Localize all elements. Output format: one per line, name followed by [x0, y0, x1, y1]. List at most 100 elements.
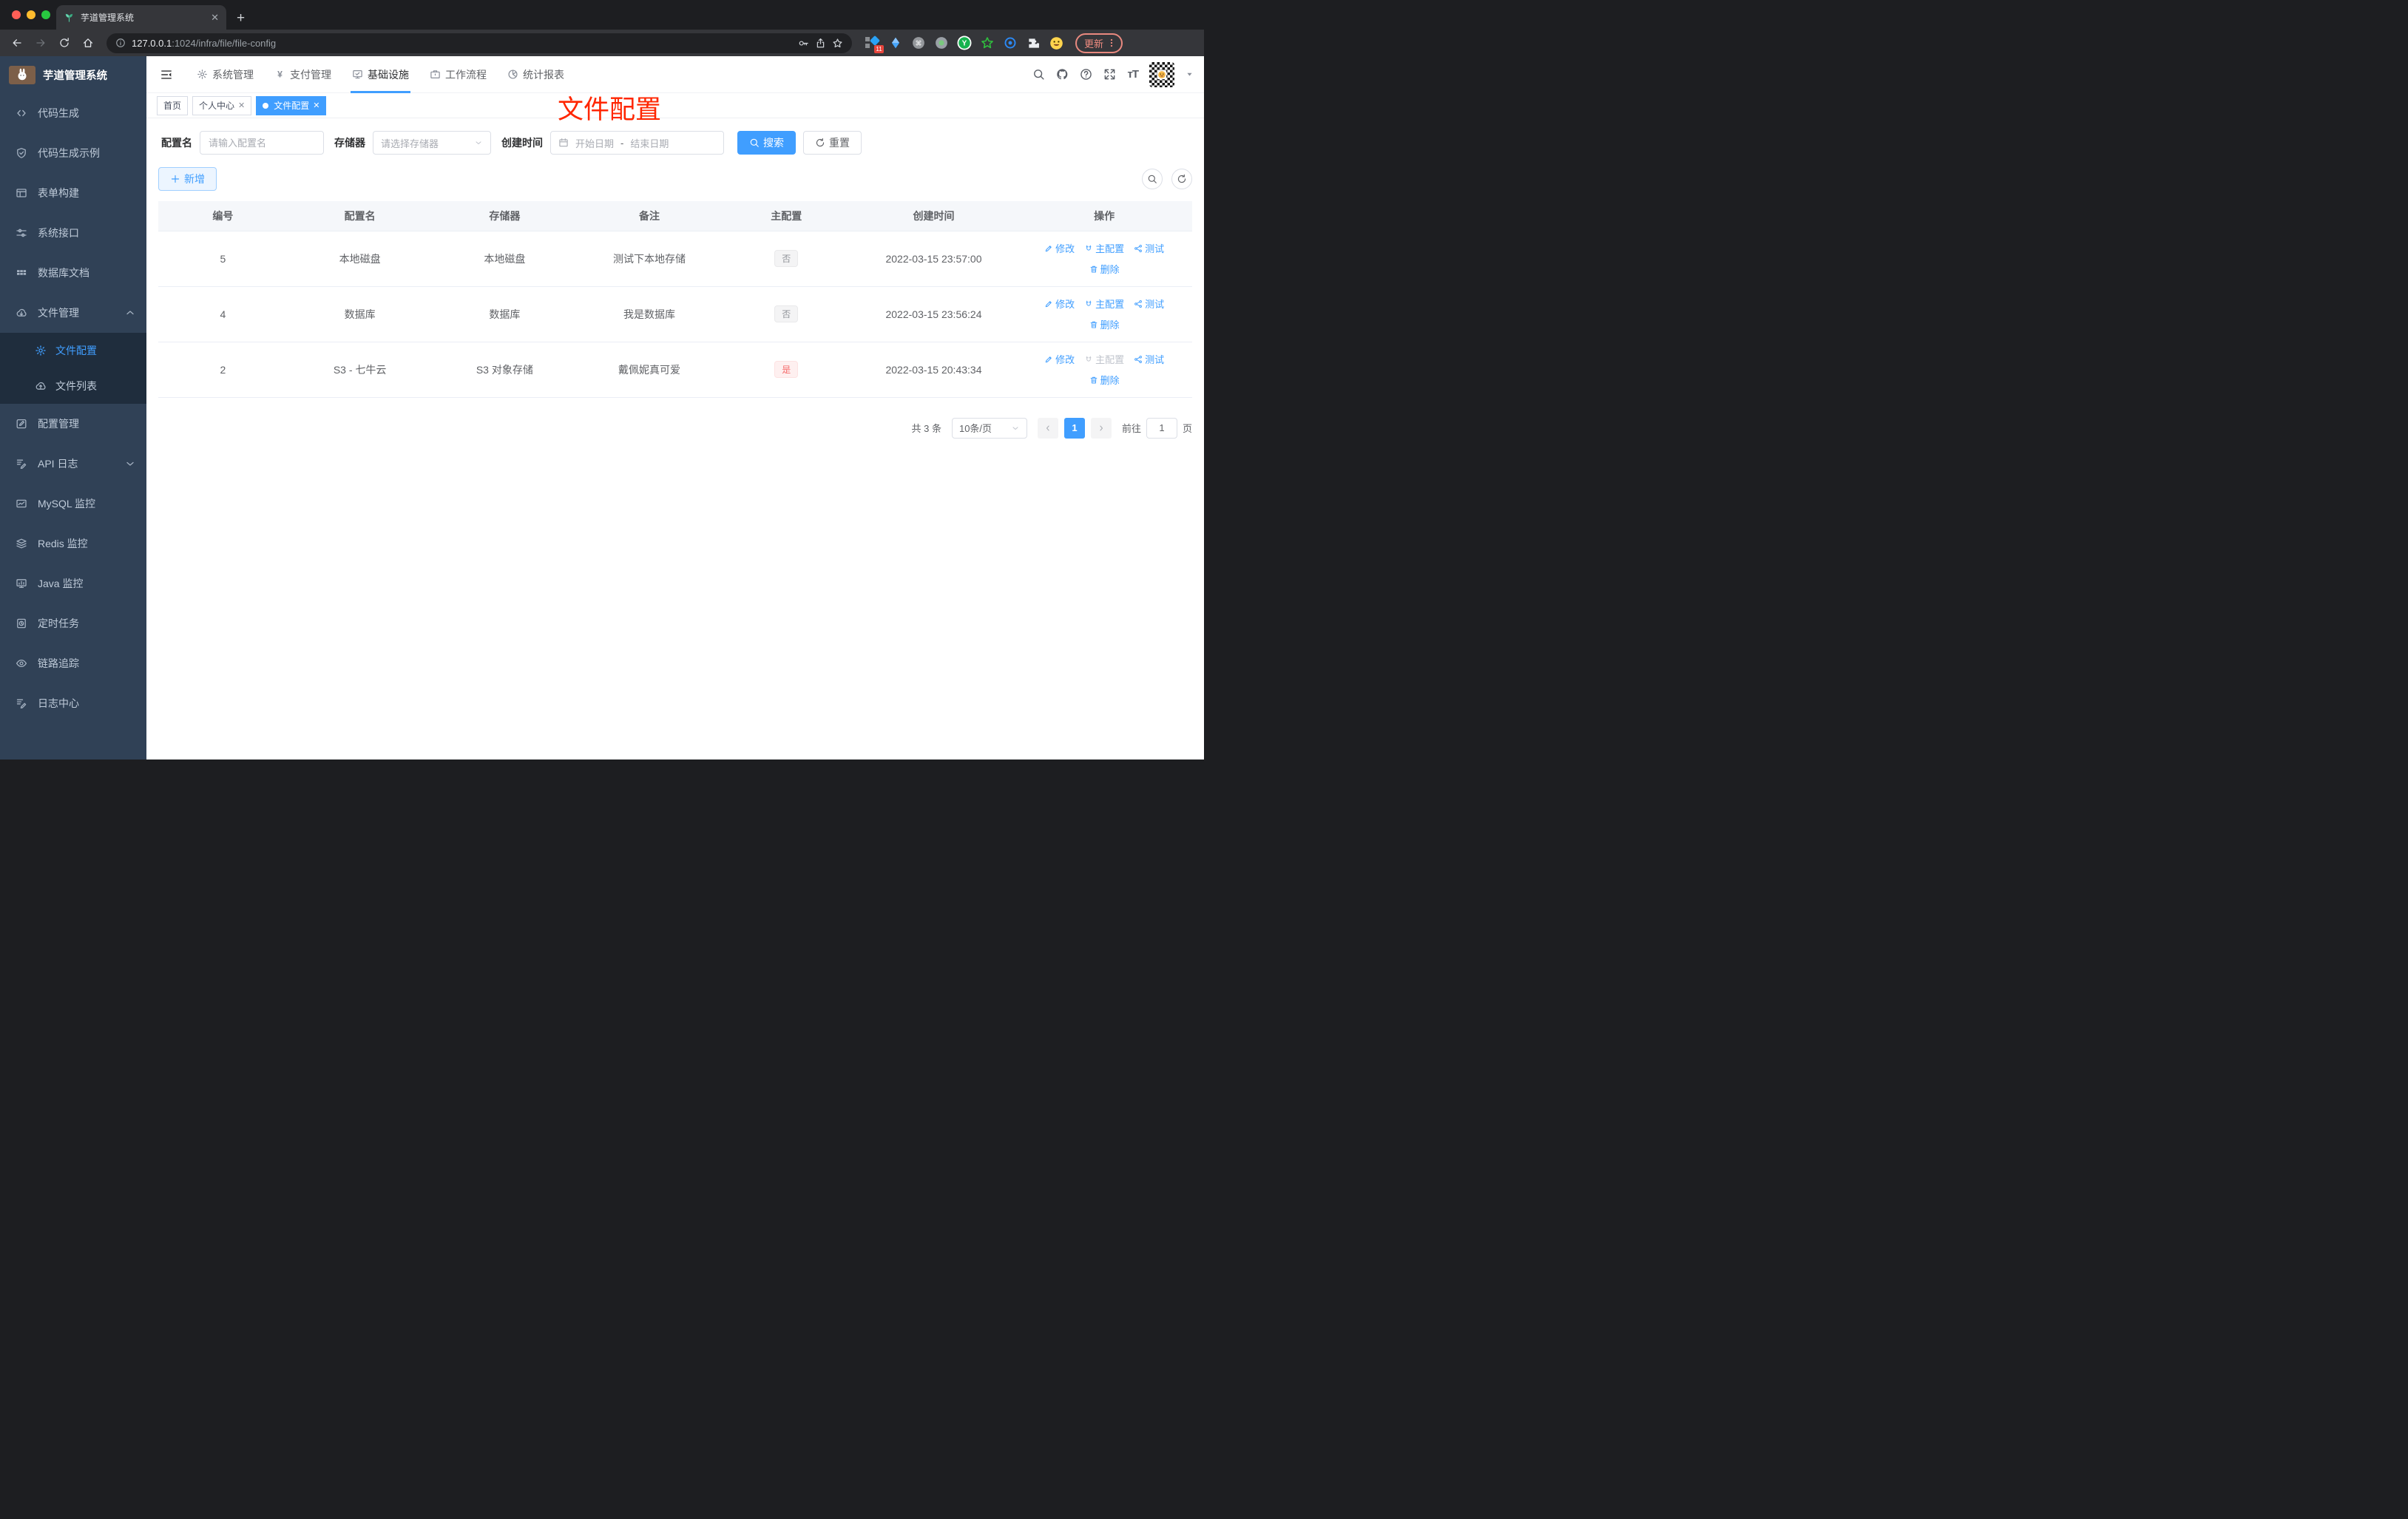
sidebar-item-api-log[interactable]: API 日志: [0, 444, 146, 484]
storage-select[interactable]: 请选择存储器: [373, 131, 491, 155]
new-tab-button[interactable]: +: [237, 11, 245, 25]
app-logo-row[interactable]: 芋道管理系统: [0, 56, 146, 93]
nav-item-payment[interactable]: ¥ 支付管理: [264, 56, 342, 92]
sidebar-item-cron-job[interactable]: 定时任务: [0, 603, 146, 643]
sidebar-item-java-monitor[interactable]: Java 监控: [0, 564, 146, 603]
pagination: 共 3 条 10条/页 1 前往 页: [158, 417, 1192, 439]
nav-item-system[interactable]: 系统管理: [186, 56, 264, 92]
extension-kite-icon[interactable]: [888, 35, 903, 50]
delete-action[interactable]: 删除: [1089, 262, 1120, 276]
range-separator: -: [620, 137, 624, 149]
edit-action[interactable]: 修改: [1044, 241, 1075, 255]
reload-icon[interactable]: [55, 33, 74, 53]
top-nav: 系统管理 ¥ 支付管理 基础设施 工作流程 统计报表: [186, 56, 575, 93]
close-window-button[interactable]: [12, 10, 21, 19]
edit-action[interactable]: 修改: [1044, 352, 1075, 366]
show-search-toggle-button[interactable]: [1142, 169, 1163, 189]
column-header: 配置名: [287, 201, 433, 231]
trash-icon: [1089, 320, 1098, 329]
fullscreen-icon[interactable]: [1103, 68, 1116, 81]
search-icon[interactable]: [1032, 68, 1045, 81]
search-button[interactable]: 搜索: [737, 131, 796, 155]
sidebar-item-file-config[interactable]: 文件配置: [0, 333, 146, 368]
browser-menu-dots-icon[interactable]: [1106, 38, 1117, 48]
delete-action[interactable]: 删除: [1089, 373, 1120, 387]
page-size-select[interactable]: 10条/页: [951, 417, 1027, 439]
tags-view-bar: 首页 个人中心 ✕ 文件配置 ✕: [146, 93, 1204, 118]
cloud-down-icon: [16, 307, 27, 319]
test-action[interactable]: 测试: [1134, 352, 1164, 366]
master-action[interactable]: 主配置: [1084, 297, 1124, 311]
sidebar-item-system-api[interactable]: 系统接口: [0, 213, 146, 253]
cell-storage: S3 对象存储: [432, 342, 578, 398]
sidebar-item-form-builder[interactable]: 表单构建: [0, 173, 146, 213]
goto-label: 前往: [1121, 423, 1141, 434]
goto-page-input[interactable]: [1146, 417, 1177, 439]
submenu-file-manage: 文件配置 文件列表: [0, 333, 146, 404]
prev-page-button[interactable]: [1037, 417, 1058, 439]
sidebar-item-log-center[interactable]: 日志中心: [0, 683, 146, 723]
tag-close-icon[interactable]: ✕: [313, 101, 319, 110]
nav-item-workflow[interactable]: 工作流程: [419, 56, 497, 92]
reset-button[interactable]: 重置: [803, 131, 862, 155]
site-info-icon[interactable]: [115, 38, 126, 48]
current-page-button[interactable]: 1: [1063, 417, 1085, 439]
sidebar-item-mysql-monitor[interactable]: MySQL 监控: [0, 484, 146, 524]
tag-file-config[interactable]: 文件配置 ✕: [256, 95, 327, 115]
next-page-button[interactable]: [1090, 417, 1112, 439]
collapse-sidebar-icon[interactable]: [157, 68, 176, 81]
browser-tab[interactable]: 芋道管理系统 ✕: [56, 5, 226, 30]
address-bar[interactable]: 127.0.0.1:1024/infra/file/file-config: [106, 33, 852, 53]
master-action[interactable]: 主配置: [1084, 352, 1124, 366]
test-action[interactable]: 测试: [1134, 241, 1164, 255]
back-icon[interactable]: [7, 33, 27, 53]
tag-home[interactable]: 首页: [157, 95, 189, 115]
minimize-window-button[interactable]: [27, 10, 35, 19]
sidebar-item-config-manage[interactable]: 配置管理: [0, 404, 146, 444]
home-icon[interactable]: [78, 33, 98, 53]
share-icon[interactable]: [815, 38, 826, 49]
sidebar-item-db-doc[interactable]: 数据库文档: [0, 253, 146, 293]
nav-item-infra[interactable]: 基础设施: [342, 56, 419, 93]
add-button[interactable]: 新增: [158, 167, 217, 191]
sidebar-item-file-manage[interactable]: 文件管理: [0, 293, 146, 333]
tag-profile[interactable]: 个人中心 ✕: [192, 95, 252, 115]
extension-emoji-icon[interactable]: [1049, 35, 1063, 50]
sidebar-item-file-list[interactable]: 文件列表: [0, 368, 146, 404]
cell-storage: 本地磁盘: [432, 231, 578, 287]
delete-action[interactable]: 删除: [1089, 317, 1120, 331]
config-name-input[interactable]: [200, 131, 324, 155]
extensions-puzzle-icon[interactable]: [1026, 35, 1041, 50]
password-key-icon[interactable]: [798, 38, 809, 49]
sidebar-item-code-example[interactable]: 代码生成示例: [0, 133, 146, 173]
font-size-icon[interactable]: тT: [1127, 68, 1138, 81]
avatar-caret-icon[interactable]: [1186, 70, 1194, 78]
extension-tabs-icon[interactable]: 11: [865, 35, 884, 53]
extension-record-icon[interactable]: [934, 35, 949, 50]
sidebar-item-trace[interactable]: 链路追踪: [0, 643, 146, 683]
tag-close-icon[interactable]: ✕: [238, 101, 245, 110]
help-icon[interactable]: [1080, 68, 1092, 81]
share-icon: [1134, 244, 1143, 253]
avatar[interactable]: [1149, 61, 1174, 87]
test-action[interactable]: 测试: [1134, 297, 1164, 311]
tab-close-icon[interactable]: ✕: [211, 12, 219, 24]
zoom-window-button[interactable]: [41, 10, 50, 19]
github-icon[interactable]: [1056, 68, 1069, 81]
edit-action[interactable]: 修改: [1044, 297, 1075, 311]
extension-green-star-icon[interactable]: [980, 35, 995, 50]
pen-icon: [1044, 244, 1053, 253]
refresh-table-button[interactable]: [1171, 169, 1192, 189]
extension-y-green-icon[interactable]: Y: [957, 35, 972, 50]
master-action[interactable]: 主配置: [1084, 241, 1124, 255]
browser-update-button[interactable]: 更新: [1075, 33, 1123, 53]
sidebar-item-code-gen[interactable]: 代码生成: [0, 93, 146, 133]
extension-blue-eye-icon[interactable]: [1003, 35, 1018, 50]
url-host: 127.0.0.1: [132, 37, 172, 49]
nav-item-report[interactable]: 统计报表: [497, 56, 575, 92]
bookmark-star-icon[interactable]: [832, 38, 843, 49]
date-range-picker[interactable]: 开始日期 - 结束日期: [550, 131, 724, 155]
forward-icon[interactable]: [31, 33, 50, 53]
sidebar-item-redis-monitor[interactable]: Redis 监控: [0, 524, 146, 564]
extension-command-icon[interactable]: ⌘: [911, 35, 926, 50]
